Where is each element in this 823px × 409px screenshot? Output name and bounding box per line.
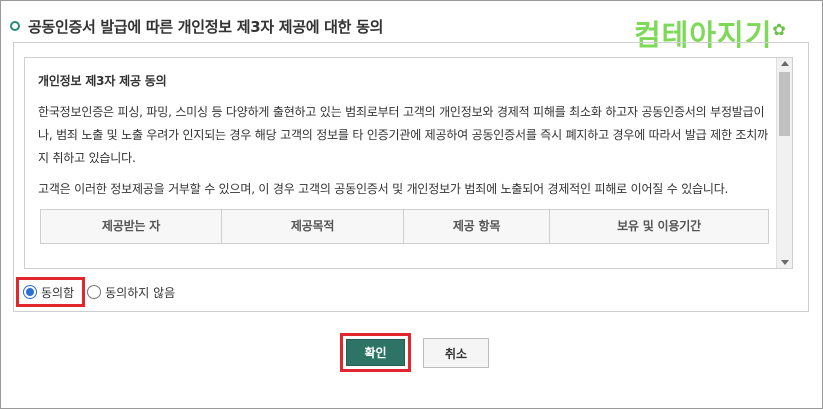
agree-radio[interactable] <box>23 285 37 299</box>
section-title: 공동인증서 발급에 따른 개인정보 제3자 제공에 대한 동의 <box>28 17 384 36</box>
terms-paragraph-1: 한국정보인증은 피싱, 파밍, 스미싱 등 다양하게 출현하고 있는 범죄로부터… <box>38 105 768 165</box>
provision-table: 제공받는 자 제공목적 제공 항목 보유 및 이용기간 <box>40 209 769 244</box>
disagree-label[interactable]: 동의하지 않음 <box>105 284 175 301</box>
disagree-radio[interactable] <box>87 285 102 299</box>
agree-highlight-box: 동의함 <box>16 277 86 307</box>
terms-scroll-area[interactable]: 개인정보 제3자 제공 동의 한국정보인증은 피싱, 파밍, 스미싱 등 다양하… <box>24 57 793 269</box>
scroll-down-arrow-icon[interactable] <box>781 260 789 265</box>
vertical-scrollbar[interactable] <box>776 58 792 268</box>
scrollbar-thumb[interactable] <box>779 72 790 136</box>
confirm-highlight-box: 확인 <box>340 333 411 372</box>
agree-label[interactable]: 동의함 <box>41 284 74 301</box>
terms-heading: 개인정보 제3자 제공 동의 <box>38 74 167 88</box>
terms-content: 개인정보 제3자 제공 동의 한국정보인증은 피싱, 파밍, 스미싱 등 다양하… <box>38 58 776 244</box>
table-header-recipient: 제공받는 자 <box>40 209 222 244</box>
terms-paragraph-2: 고객은 이러한 정보제공을 거부할 수 있으며, 이 경우 고객의 공동인증서 … <box>38 182 729 196</box>
section-header: 공동인증서 발급에 따른 개인정보 제3자 제공에 대한 동의 <box>10 15 383 37</box>
table-header-period: 보유 및 이용기간 <box>549 209 769 244</box>
confirm-button[interactable]: 확인 <box>346 339 405 366</box>
table-header-row: 제공받는 자 제공목적 제공 항목 보유 및 이용기간 <box>40 209 769 244</box>
cancel-button[interactable]: 취소 <box>423 338 489 368</box>
circle-bullet-icon <box>10 21 20 31</box>
disagree-option[interactable]: 동의하지 않음 <box>87 284 175 301</box>
consent-radio-group: 동의함 동의하지 않음 <box>16 277 175 307</box>
terms-container: 개인정보 제3자 제공 동의 한국정보인증은 피싱, 파밍, 스미싱 등 다양하… <box>13 42 809 312</box>
flower-icon: ✿ <box>772 20 787 39</box>
scroll-up-arrow-icon[interactable] <box>781 61 789 66</box>
table-header-purpose: 제공목적 <box>221 209 404 244</box>
table-header-items: 제공 항목 <box>403 209 550 244</box>
